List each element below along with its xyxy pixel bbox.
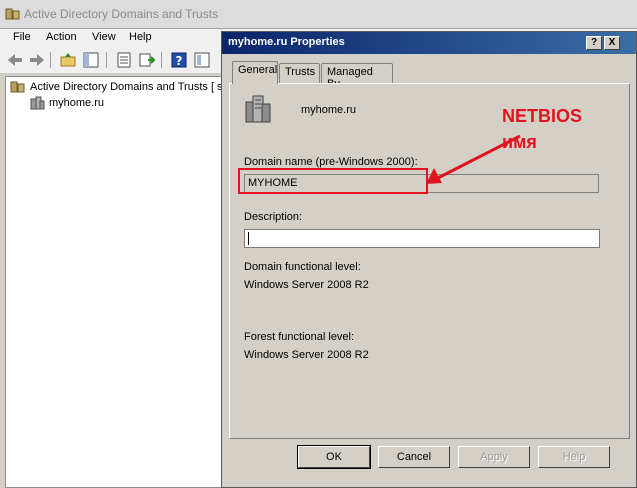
show-hide-console-tree-icon[interactable] <box>82 51 100 69</box>
domain-level-label: Domain functional level: <box>244 261 361 273</box>
domain-name-display: myhome.ru <box>301 104 357 116</box>
ok-button[interactable]: OK <box>297 445 371 469</box>
tab-trusts[interactable]: Trusts <box>279 63 320 83</box>
toolbar-separator <box>106 52 107 68</box>
description-label: Description: <box>244 211 303 223</box>
menu-action[interactable]: Action <box>46 31 77 43</box>
main-window-title: Active Directory Domains and Trusts <box>24 7 219 21</box>
ad-domains-icon <box>10 81 25 93</box>
pre2000-label: Domain name (pre-Windows 2000): <box>244 156 418 168</box>
dialog-title: myhome.ru Properties <box>228 36 345 48</box>
domain-icon <box>245 95 271 123</box>
annotation-label-netbios: NETBIOS <box>502 106 583 126</box>
context-help-button[interactable]: ? <box>586 36 602 50</box>
close-button[interactable]: X <box>604 36 620 50</box>
toolbar-separator <box>50 52 51 68</box>
back-icon[interactable] <box>6 51 24 69</box>
forest-level-value: Windows Server 2008 R2 <box>244 349 369 361</box>
toolbar-separator <box>161 52 162 68</box>
menu-help[interactable]: Help <box>129 31 152 43</box>
menu-view[interactable]: View <box>92 31 116 43</box>
tab-general[interactable]: General <box>232 61 278 84</box>
help-button: Help <box>538 446 610 468</box>
text-caret <box>248 232 249 245</box>
domain-icon <box>30 96 45 110</box>
annotation-highlight-box <box>238 168 428 194</box>
tree-node-domain-label: myhome.ru <box>49 97 105 109</box>
console-tree-pane: Active Directory Domains and Trusts [ s … <box>5 76 250 488</box>
main-title-bar: Active Directory Domains and Trusts <box>0 0 637 29</box>
annotation-label-name: имя <box>502 132 537 152</box>
help-icon[interactable]: ? <box>170 51 188 69</box>
forward-icon[interactable] <box>28 51 46 69</box>
tab-managed-by[interactable]: Managed By <box>321 63 393 90</box>
domain-level-value: Windows Server 2008 R2 <box>244 279 369 291</box>
export-list-icon[interactable] <box>138 51 156 69</box>
properties-dialog: myhome.ru Properties ? X General Trusts … <box>221 31 637 488</box>
description-input[interactable] <box>244 229 600 248</box>
ad-domains-icon <box>5 8 20 20</box>
svg-text:?: ? <box>176 54 183 68</box>
up-folder-icon[interactable] <box>59 51 77 69</box>
tree-node-root-label: Active Directory Domains and Trusts [ s <box>30 81 223 93</box>
forest-level-label: Forest functional level: <box>244 331 355 343</box>
menu-file[interactable]: File <box>13 31 31 43</box>
properties-icon[interactable] <box>115 51 133 69</box>
apply-button: Apply <box>458 446 530 468</box>
cancel-button[interactable]: Cancel <box>378 446 450 468</box>
dialog-title-bar: myhome.ru Properties ? X <box>222 32 636 54</box>
view-icon[interactable] <box>193 51 211 69</box>
